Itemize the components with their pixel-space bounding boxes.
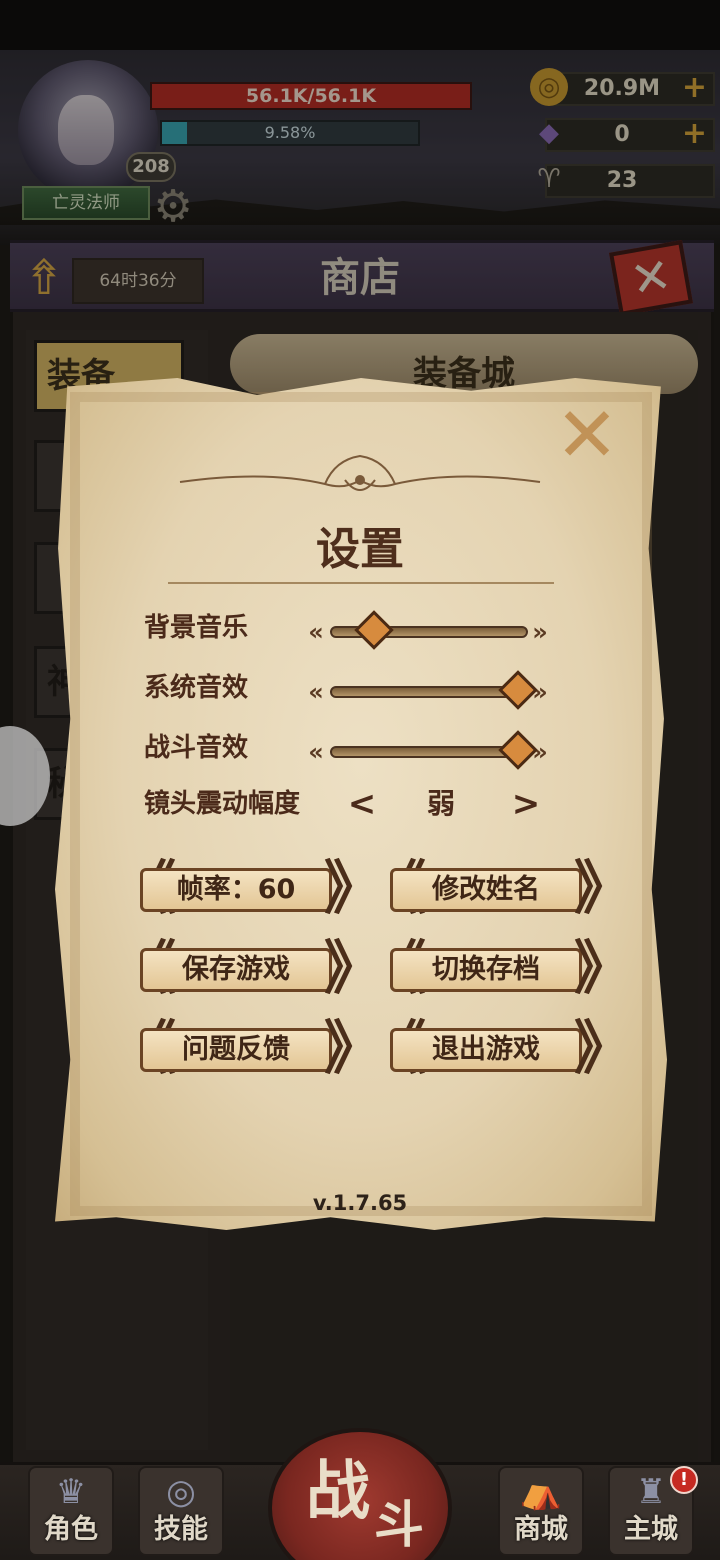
save-game-button[interactable]: 《 保存游戏 》 [118,934,383,1004]
title-divider [168,582,554,584]
shake-prev-button[interactable]: < [342,784,382,824]
slider-left-cap-icon: « [308,738,324,766]
feedback-button[interactable]: 《 问题反馈 》 [118,1014,383,1084]
tent-icon: ⛺ [519,1472,563,1512]
notification-badge: ! [670,1466,698,1494]
sfx-slider[interactable]: « » [302,670,554,710]
switch-save-button[interactable]: 《 切换存档 》 [368,934,633,1004]
status-bar [0,0,720,50]
bgm-slider-knob[interactable] [353,610,394,650]
nav-main-city-label: 主城 [624,1514,678,1545]
slider-left-cap-icon: « [308,678,324,706]
version-text: v.1.7.65 [312,1191,408,1215]
rename-button[interactable]: 《 修改姓名 》 [368,854,633,924]
bracket-right-icon: 》 [574,1014,633,1082]
quit-game-button[interactable]: 《 退出游戏 》 [368,1014,633,1084]
feedback-label: 问题反馈 [140,1028,332,1072]
bracket-right-icon: 》 [324,934,383,1002]
nav-mall-label: 商城 [514,1514,568,1545]
helmet-icon: ♛ [55,1472,87,1512]
swirl-icon: ◎ [166,1472,196,1512]
slider-right-cap-icon: » [532,618,548,646]
slider-track [330,746,528,758]
shake-next-button[interactable]: > [506,784,546,824]
bracket-right-icon: 》 [324,854,383,922]
save-game-label: 保存游戏 [140,948,332,992]
camera-shake-label: 镜头震动幅度 [144,789,301,819]
title-ornament [179,454,541,491]
bracket-right-icon: 》 [574,934,633,1002]
settings-title: 设置 [316,524,404,575]
settings-close-button[interactable]: ✕ [552,397,622,473]
slider-track [330,686,528,698]
slider-left-cap-icon: « [308,618,324,646]
rename-label: 修改姓名 [390,868,582,912]
battle-sfx-slider[interactable]: « » [302,730,554,770]
nav-skills-label: 技能 [154,1514,208,1545]
shake-value: 弱 [426,787,455,820]
battle-label-2: 斗 [374,1496,424,1554]
framerate-label: 帧率：60 [140,868,332,912]
bgm-slider[interactable]: « » [302,610,554,650]
bracket-right-icon: 》 [324,1014,383,1082]
nav-role-label: 角色 [44,1514,98,1545]
quit-game-label: 退出游戏 [390,1028,582,1072]
switch-save-label: 切换存档 [390,948,582,992]
bracket-right-icon: 》 [574,854,633,922]
framerate-button[interactable]: 《 帧率：60 》 [118,854,383,924]
